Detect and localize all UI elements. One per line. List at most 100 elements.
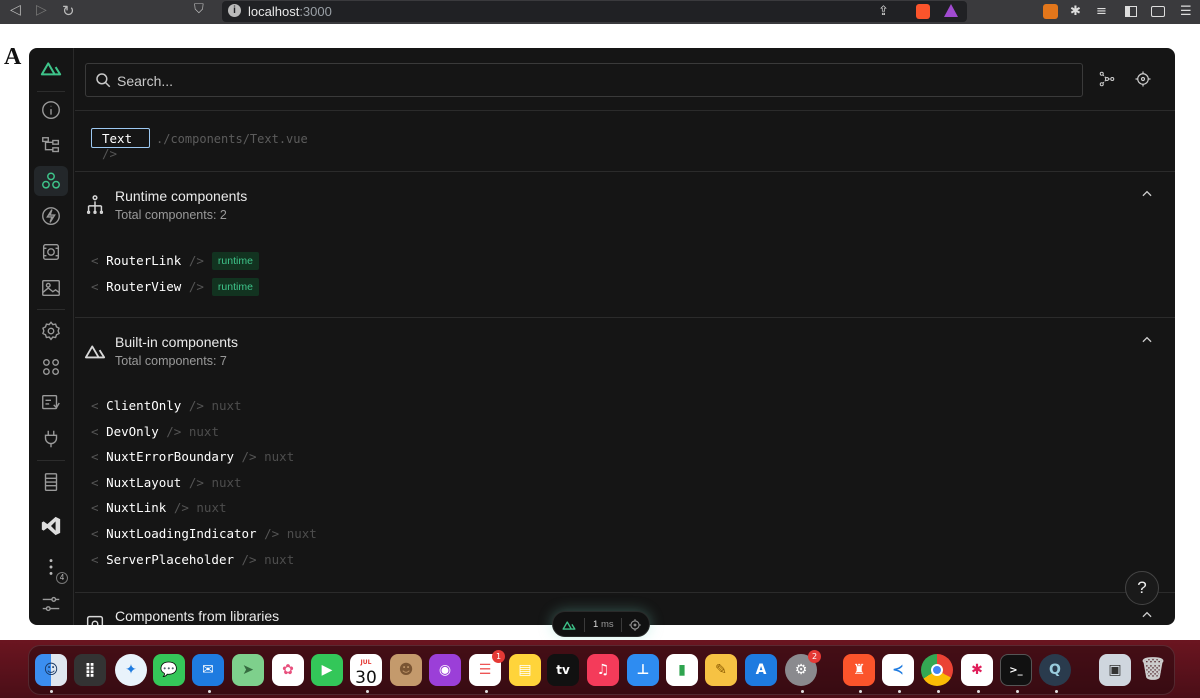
component-name: DevOnly xyxy=(106,424,159,439)
list-item[interactable]: < ServerPlaceholder /> nuxt xyxy=(91,552,294,567)
selected-component-path: ./components/Text.vue xyxy=(156,132,308,146)
keynote-icon[interactable]: ⊥ xyxy=(627,654,659,686)
running-indicator xyxy=(208,690,211,693)
menu-icon[interactable]: ☰ xyxy=(1180,4,1192,19)
maps-icon[interactable]: ➤ xyxy=(232,654,264,686)
site-info-icon[interactable]: i xyxy=(228,4,241,17)
brave-icon[interactable]: ♜ xyxy=(843,654,875,686)
vscode-icon[interactable] xyxy=(40,515,62,537)
settings-icon[interactable] xyxy=(40,320,62,342)
component-name: ClientOnly xyxy=(106,398,182,413)
list-item[interactable]: < DevOnly /> nuxt xyxy=(91,424,219,439)
component-name: ServerPlaceholder xyxy=(106,552,234,567)
music-icon[interactable]: ♫ xyxy=(587,654,619,686)
component-source: nuxt xyxy=(264,449,295,464)
list-item[interactable]: < NuxtLoadingIndicator /> nuxt xyxy=(91,526,317,541)
graph-view-icon[interactable] xyxy=(1098,70,1116,88)
chevron-up-icon[interactable] xyxy=(1140,333,1154,347)
components-view: Search... Text /> ./components/Text.vue … xyxy=(75,48,1175,625)
list-item[interactable]: < RouterView /> runtime xyxy=(91,278,259,296)
tv-icon[interactable]: tv xyxy=(547,654,579,686)
contacts-icon[interactable]: ☻ xyxy=(390,654,422,686)
sliders-icon[interactable] xyxy=(40,593,62,615)
running-indicator xyxy=(366,690,369,693)
chevron-up-icon[interactable] xyxy=(1140,187,1154,201)
list-item[interactable]: < RouterLink /> runtime xyxy=(91,252,259,270)
list-item[interactable]: < NuxtLink /> nuxt xyxy=(91,500,227,515)
runtime-section-icon xyxy=(86,195,104,214)
launchpad-icon[interactable]: ⣿ xyxy=(74,654,106,686)
search-input[interactable]: Search... xyxy=(85,63,1083,97)
messages-icon[interactable]: 💬 xyxy=(153,654,185,686)
terminal-icon[interactable]: >_ xyxy=(1000,654,1032,686)
playlist-icon[interactable]: ≡ xyxy=(1096,4,1107,19)
assets-icon[interactable] xyxy=(40,241,62,263)
finder-icon[interactable]: ☺ xyxy=(35,654,67,686)
selected-component-tag[interactable]: Text /> xyxy=(91,128,150,161)
chevron-up-icon[interactable] xyxy=(1140,608,1154,622)
system-settings-icon[interactable]: ⚙ 2 xyxy=(785,650,821,686)
url-port: :3000 xyxy=(299,4,332,19)
running-indicator xyxy=(937,690,940,693)
tv-label: tv xyxy=(556,663,570,677)
inspect-icon[interactable] xyxy=(628,618,642,632)
brave-rewards-icon[interactable] xyxy=(944,4,958,17)
pages-icon[interactable]: ✎ xyxy=(705,654,737,686)
devtools-toggle[interactable]: 1 ms xyxy=(552,611,650,637)
imports-icon[interactable] xyxy=(40,205,62,227)
payload-icon[interactable] xyxy=(40,392,62,414)
list-item[interactable]: < ClientOnly /> nuxt xyxy=(91,398,242,413)
inspect-target-icon[interactable] xyxy=(1134,70,1152,88)
app-store-icon[interactable]: A xyxy=(745,654,777,686)
extensions-icon[interactable]: ✱ xyxy=(1070,4,1081,19)
reload-icon[interactable]: ↻ xyxy=(62,2,75,20)
slack-icon[interactable]: ✱ xyxy=(961,654,993,686)
safari-icon[interactable]: ✦ xyxy=(115,654,147,686)
help-button[interactable]: ? xyxy=(1125,571,1159,605)
storage-icon[interactable] xyxy=(40,471,62,493)
chrome-icon[interactable] xyxy=(921,654,953,686)
numbers-icon[interactable]: ▮ xyxy=(666,654,698,686)
reminders-badge: 1 xyxy=(492,650,505,663)
component-source: nuxt xyxy=(264,552,295,567)
modules-icon[interactable] xyxy=(40,356,62,378)
component-name: RouterLink xyxy=(106,253,182,268)
photos-icon[interactable]: ✿ xyxy=(272,654,304,686)
component-name: NuxtLayout xyxy=(106,475,182,490)
nuxt-logo-icon[interactable] xyxy=(40,57,62,79)
notes-icon[interactable]: ▤ xyxy=(509,654,541,686)
trash-icon[interactable]: 🗑 xyxy=(1137,654,1169,686)
list-item[interactable]: < NuxtErrorBoundary /> nuxt xyxy=(91,449,294,464)
vscode-dock-icon[interactable]: ≺ xyxy=(882,654,914,686)
list-item[interactable]: < NuxtLayout /> nuxt xyxy=(91,475,242,490)
share-icon[interactable]: ⇪ xyxy=(878,4,889,19)
component-source: nuxt xyxy=(211,398,242,413)
search-icon xyxy=(96,73,111,88)
image-icon[interactable] xyxy=(40,277,62,299)
brave-shields-icon[interactable] xyxy=(916,4,930,19)
metamask-icon[interactable] xyxy=(1043,4,1058,19)
mail-icon[interactable]: ✉ xyxy=(192,654,224,686)
bookmark-icon[interactable]: ⛉ xyxy=(194,2,204,17)
wallet-icon[interactable] xyxy=(1151,6,1165,17)
components-icon[interactable] xyxy=(34,166,68,196)
reminders-icon[interactable]: ☰ 1 xyxy=(469,650,505,686)
quicktime-icon[interactable]: Q xyxy=(1039,654,1071,686)
library-section-icon xyxy=(86,615,104,625)
runtime-section-title: Runtime components xyxy=(115,188,248,204)
downloads-icon[interactable]: ▣ xyxy=(1099,654,1131,686)
info-icon[interactable] xyxy=(40,99,62,121)
podcasts-icon[interactable]: ◉ xyxy=(429,654,461,686)
back-icon[interactable]: ◁ xyxy=(10,2,21,18)
builtin-section-subtitle: Total components: 7 xyxy=(115,354,227,368)
pages-tree-icon[interactable] xyxy=(40,135,62,157)
more-count-badge: 4 xyxy=(56,572,68,584)
plugins-icon[interactable] xyxy=(40,428,62,450)
sidebar-toggle-icon[interactable] xyxy=(1125,6,1137,17)
calendar-icon[interactable]: JUL 30 xyxy=(350,654,382,687)
facetime-icon[interactable]: ▶ xyxy=(311,654,343,686)
runtime-section-subtitle: Total components: 2 xyxy=(115,208,227,222)
forward-icon[interactable]: ▷ xyxy=(36,2,47,18)
browser-toolbar: ◁ ▷ ↻ ⛉ i localhost:3000 ⇪ ✱ ≡ ☰ xyxy=(0,0,1200,24)
address-bar[interactable]: i localhost:3000 ⇪ xyxy=(222,1,967,22)
